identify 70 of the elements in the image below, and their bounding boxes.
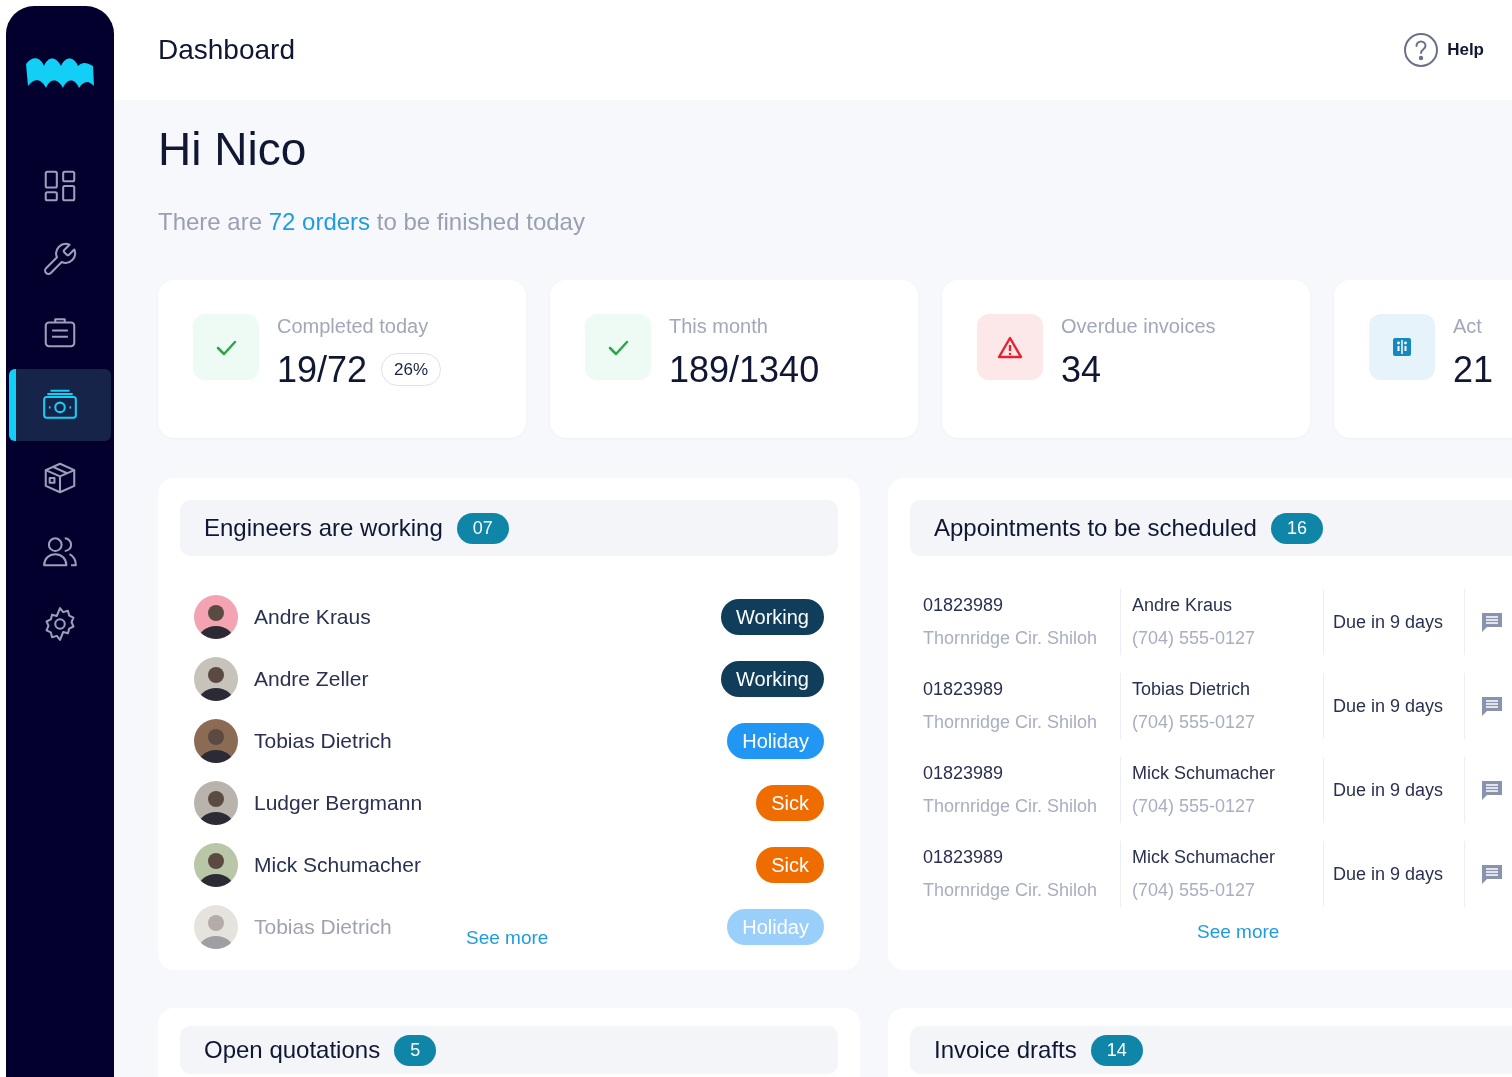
greeting-title: Hi Nico [158,126,308,172]
avatar [194,781,238,825]
panel-title: Engineers are working [204,516,443,540]
due-date: Due in 9 days [1333,610,1444,634]
order-number: 01823989 [923,678,1005,701]
phone-number: (704) 555-0127 [1132,795,1257,818]
avatar [194,719,238,763]
engineer-name: Ludger Bergmann [254,790,423,817]
greeting-subtitle: There are 72 orders to be finished today [158,207,586,237]
contact-name: Mick Schumacher [1132,762,1277,785]
panel-title: Open quotations [204,1038,381,1062]
stat-value: 21 [1453,348,1494,392]
count-badge: 14 [1090,1034,1143,1066]
status-badge: Holiday [727,909,824,945]
help-icon [1403,32,1440,68]
see-more-link[interactable]: See more [466,923,549,952]
avatar [194,657,238,701]
stat-label: Overdue invoices [1061,314,1216,339]
count-badge: 07 [456,512,509,544]
engineer-name: Mick Schumacher [254,852,421,879]
see-more-link[interactable]: See more [1197,918,1280,947]
stat-value: 19/72 [277,348,368,392]
due-date: Due in 9 days [1333,778,1444,802]
logo [26,56,94,90]
contact-name: Andre Kraus [1132,594,1234,617]
count-badge: 5 [394,1034,437,1066]
address: Thornridge Cir. Shiloh [923,879,1099,902]
count-badge: 16 [1270,512,1323,544]
due-date: Due in 9 days [1333,694,1444,718]
due-date: Due in 9 days [1333,862,1444,886]
selection-indicator [9,369,16,441]
order-number: 01823989 [923,846,1005,869]
stat-label: Act [1453,314,1483,339]
contact-name: Mick Schumacher [1132,846,1277,869]
message-icon[interactable] [1480,610,1504,634]
status-badge: Sick [756,785,824,821]
page-title: Dashboard [158,33,295,67]
message-icon[interactable] [1480,778,1504,802]
panel-title: Invoice drafts [934,1038,1077,1062]
contact-name: Tobias Dietrich [1132,678,1252,701]
status-badge: Sick [756,847,824,883]
status-badge: Working [721,661,824,697]
avatar [194,595,238,639]
avatar [194,905,238,949]
stat-label: This month [669,314,769,339]
stat-value: 189/1340 [669,348,820,392]
message-icon[interactable] [1480,694,1504,718]
engineer-name: Tobias Dietrich [254,914,392,941]
order-number: 01823989 [923,594,1005,617]
phone-number: (704) 555-0127 [1132,879,1257,902]
engineer-name: Andre Zeller [254,666,369,693]
phone-number: (704) 555-0127 [1132,711,1257,734]
address: Thornridge Cir. Shiloh [923,711,1099,734]
address: Thornridge Cir. Shiloh [923,627,1099,650]
stat-label: Completed today [277,314,430,339]
stat-value: 34 [1061,348,1102,392]
engineer-name: Tobias Dietrich [254,728,392,755]
status-badge: Holiday [727,723,824,759]
orders-link[interactable]: 72 orders [268,208,371,235]
sidebar-item[interactable] [9,369,111,441]
order-number: 01823989 [923,762,1005,785]
avatar [194,843,238,887]
wrench-icon [41,240,79,278]
help-button[interactable]: Help [1403,32,1484,68]
panel-title: Appointments to be scheduled [934,516,1257,540]
engineer-name: Andre Kraus [254,604,371,631]
address: Thornridge Cir. Shiloh [923,795,1099,818]
phone-number: (704) 555-0127 [1132,627,1257,650]
message-icon[interactable] [1480,862,1504,886]
status-badge: Working [721,599,824,635]
